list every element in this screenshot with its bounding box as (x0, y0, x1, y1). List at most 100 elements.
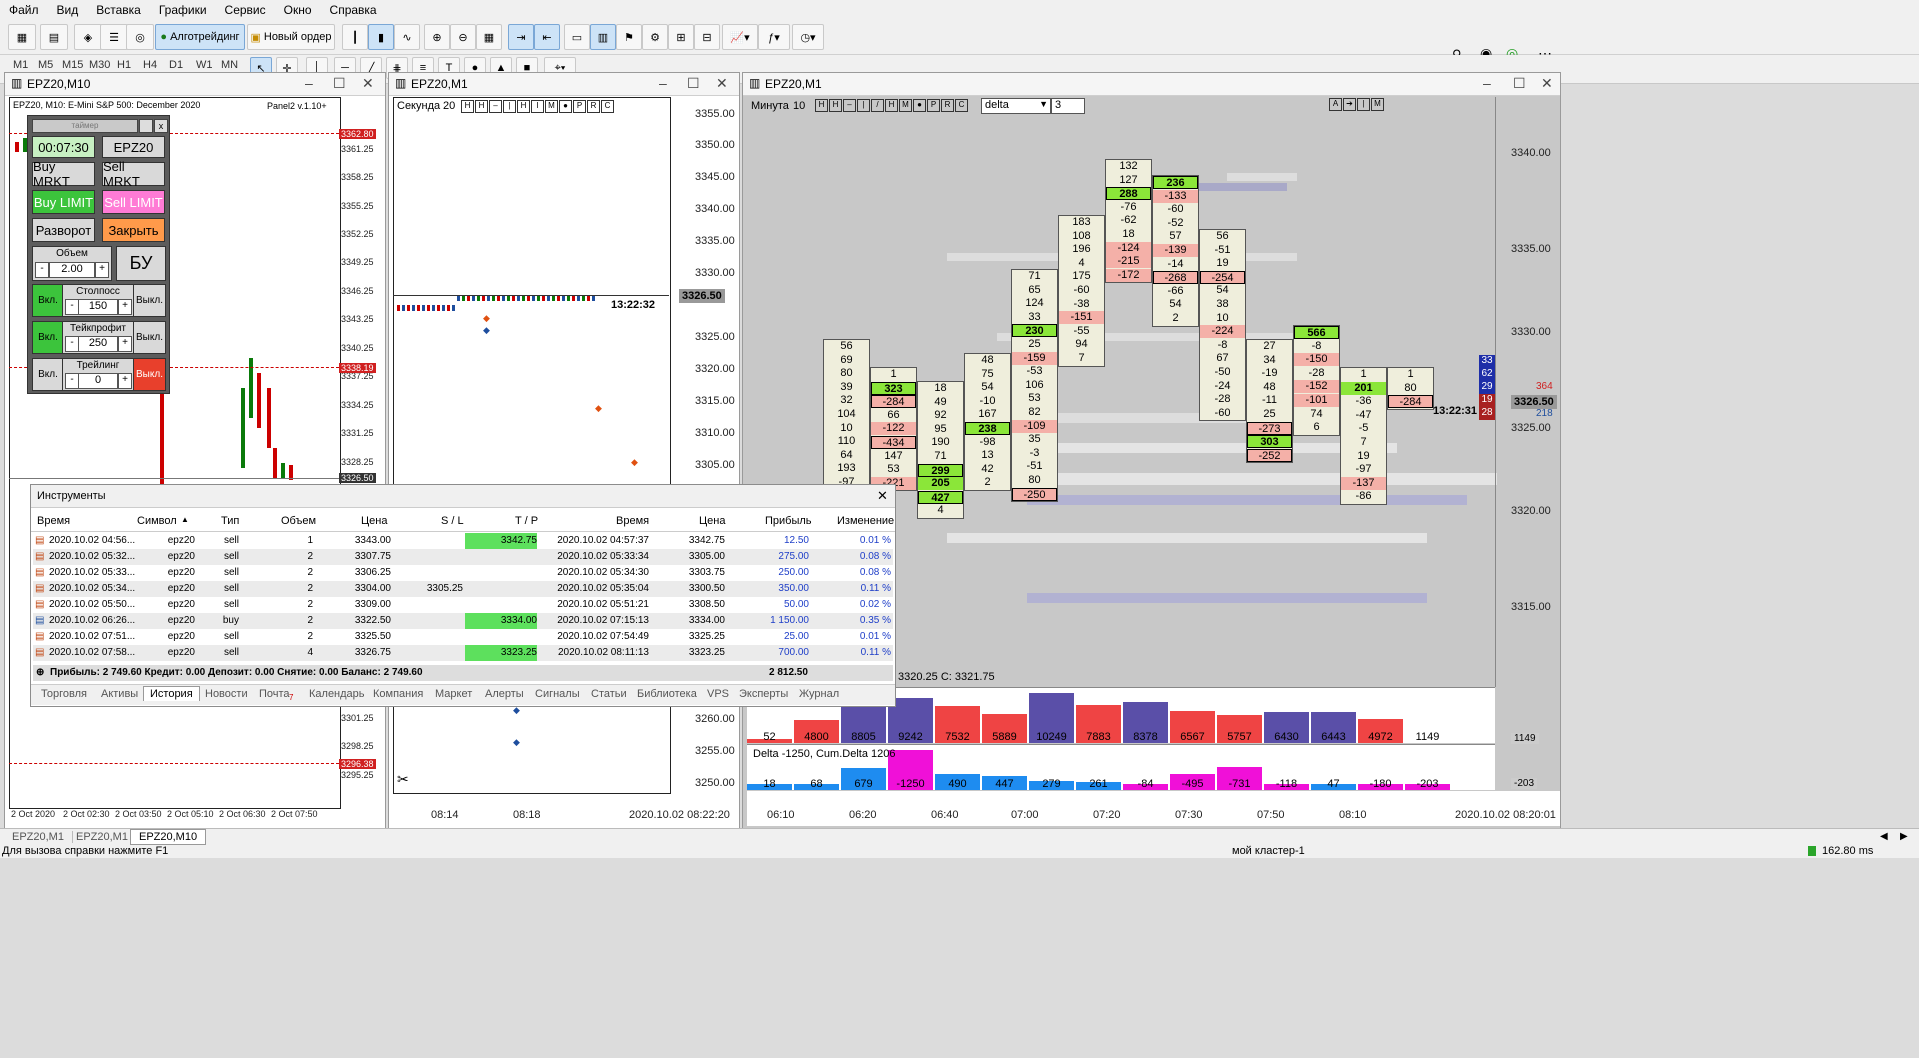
table-row[interactable]: ▤ 2020.10.02 07:58... epz20 sell 4 3326.75 332… (33, 645, 893, 661)
autoscroll-icon[interactable]: ⇥ (508, 24, 534, 50)
table-row[interactable]: ▤ 2020.10.02 05:50... epz20 sell 2 3309.00 202… (33, 597, 893, 613)
trailing-plus-button[interactable]: + (118, 373, 132, 389)
takeprofit-input[interactable]: 250 (78, 336, 118, 352)
bar-icon[interactable]: | (503, 100, 516, 113)
alerts-icon[interactable]: ⚑ (616, 24, 642, 50)
chart-window-m10-titlebar[interactable]: ▥ EPZ20,M10 – ☐ ✕ (5, 73, 385, 96)
strategy-tester-icon[interactable]: ⚙ (642, 24, 668, 50)
tf-m5[interactable]: M5 (38, 59, 53, 71)
h-icon[interactable]: H (461, 100, 474, 113)
tab-journal[interactable]: Журнал (799, 688, 839, 700)
signals-icon[interactable]: ◎ (126, 24, 154, 50)
takeprofit-plus-button[interactable]: + (118, 336, 132, 352)
maximize-icon[interactable]: ☐ (333, 75, 346, 92)
candles-icon[interactable]: ▮ (368, 24, 394, 50)
col-change[interactable]: Изменение (837, 515, 894, 527)
breakeven-button[interactable]: БУ (116, 246, 166, 281)
sell-limit-button[interactable]: Sell LIMIT (102, 190, 165, 214)
table-row[interactable]: ▤ 2020.10.02 04:56... epz20 sell 1 3343.00 334… (33, 533, 893, 549)
window-tab[interactable]: EPZ20,M1 (68, 831, 137, 843)
line-chart-icon[interactable]: ∿ (394, 24, 420, 50)
tab-assets[interactable]: Активы (101, 688, 138, 700)
tab-articles[interactable]: Статьи (591, 688, 627, 700)
tf-m1[interactable]: M1 (13, 59, 28, 71)
col-volume[interactable]: Объем (281, 515, 316, 527)
tab-news[interactable]: Новости (205, 688, 248, 700)
zoom-in-icon[interactable]: ⊕ (424, 24, 450, 50)
col-type[interactable]: Тип (221, 515, 239, 527)
tf-d1[interactable]: D1 (169, 59, 183, 71)
minimize-icon[interactable]: – (659, 75, 667, 91)
tf-m30[interactable]: M30 (89, 59, 110, 71)
tab-mail[interactable]: Почта (259, 688, 290, 700)
tab-library[interactable]: Библиотека (637, 688, 697, 700)
trailing-off-button[interactable]: Выкл. (133, 358, 166, 391)
stoploss-minus-button[interactable]: - (65, 299, 79, 315)
tab-history[interactable]: История (143, 686, 200, 701)
col-profit[interactable]: Прибыль (765, 515, 812, 527)
menu-charts[interactable]: Графики (150, 3, 216, 17)
volume-plus-button[interactable]: + (95, 262, 109, 278)
indicators-icon[interactable]: ƒ▾ (758, 24, 790, 50)
menu-service[interactable]: Сервис (216, 3, 275, 17)
dash-icon[interactable]: – (489, 100, 502, 113)
tab-vps[interactable]: VPS (707, 688, 729, 700)
trailing-on-button[interactable]: Вкл. (32, 358, 64, 391)
terminal-icon[interactable]: ⊟ (694, 24, 720, 50)
takeprofit-minus-button[interactable]: - (65, 336, 79, 352)
chart-shift-icon[interactable]: ⇤ (534, 24, 560, 50)
col-sl[interactable]: S / L (441, 515, 464, 527)
profiles-icon[interactable]: ▤ (40, 24, 68, 50)
templates-icon[interactable]: 📈▾ (722, 24, 758, 50)
panel-minimize-button[interactable] (139, 119, 153, 133)
stoploss-input[interactable]: 150 (78, 299, 118, 315)
col-time-close[interactable]: Время (616, 515, 649, 527)
market-watch-icon[interactable]: ◈ (74, 24, 102, 50)
buy-market-button[interactable]: Buy MRKT (32, 159, 95, 189)
stoploss-on-button[interactable]: Вкл. (32, 284, 64, 317)
col-tp[interactable]: T / P (515, 515, 538, 527)
zoom-out-icon[interactable]: ⊖ (450, 24, 476, 50)
periods-icon[interactable]: ◷▾ (792, 24, 824, 50)
tab-market[interactable]: Маркет (435, 688, 472, 700)
window-tab-active[interactable]: EPZ20,M10 (130, 829, 207, 845)
new-order-button[interactable]: ▣ Новый ордер (247, 24, 335, 50)
menu-view[interactable]: Вид (48, 3, 88, 17)
dot-icon[interactable]: ● (559, 100, 572, 113)
stoploss-plus-button[interactable]: + (118, 299, 132, 315)
close-icon[interactable]: ✕ (362, 75, 374, 92)
tab-scroll-right-icon[interactable]: ▶ (1900, 831, 1908, 842)
tab-scroll-left-icon[interactable]: ◀ (1880, 831, 1888, 842)
tf-w1[interactable]: W1 (196, 59, 213, 71)
sell-market-button[interactable]: Sell MRKT (102, 159, 165, 189)
col-symbol[interactable]: Символ (137, 515, 177, 527)
tools-icon[interactable]: ✂ (397, 771, 409, 788)
close-icon[interactable]: ✕ (716, 75, 728, 92)
volume-minus-button[interactable]: - (35, 262, 49, 278)
panel-close-icon[interactable]: x (154, 119, 168, 133)
table-row[interactable]: ▤ 2020.10.02 07:51... epz20 sell 2 3325.50 202… (33, 629, 893, 645)
tab-alerts[interactable]: Алерты (485, 688, 524, 700)
market-icon[interactable]: ▭ (564, 24, 590, 50)
chart-window-m1-seconds-titlebar[interactable]: ▥ EPZ20,M1 – ☐ ✕ (389, 73, 739, 96)
close-position-button[interactable]: Закрыть (102, 218, 165, 242)
new-chart-icon[interactable]: ▦ (8, 24, 36, 50)
m-icon[interactable]: M (545, 100, 558, 113)
menu-help[interactable]: Справка (321, 3, 386, 17)
trailing-minus-button[interactable]: - (65, 373, 79, 389)
tab-trade[interactable]: Торговля (41, 688, 87, 700)
close-icon[interactable]: ✕ (877, 488, 888, 504)
tf-m15[interactable]: M15 (62, 59, 83, 71)
window-tab[interactable]: EPZ20,M1 (4, 831, 73, 843)
maximize-icon[interactable]: ☐ (687, 75, 700, 92)
expand-icon[interactable]: ⊕ (36, 667, 44, 678)
col-price-close[interactable]: Цена (699, 515, 725, 527)
buy-limit-button[interactable]: Buy LIMIT (32, 190, 95, 214)
tab-company[interactable]: Компания (373, 688, 423, 700)
tf-h1[interactable]: H1 (117, 59, 131, 71)
c-icon[interactable]: C (601, 100, 614, 113)
table-row[interactable]: ▤ 2020.10.02 05:33... epz20 sell 2 3306.25 202… (33, 565, 893, 581)
navigator-icon[interactable]: ☰ (100, 24, 128, 50)
takeprofit-off-button[interactable]: Выкл. (133, 321, 166, 354)
p-icon[interactable]: P (573, 100, 586, 113)
